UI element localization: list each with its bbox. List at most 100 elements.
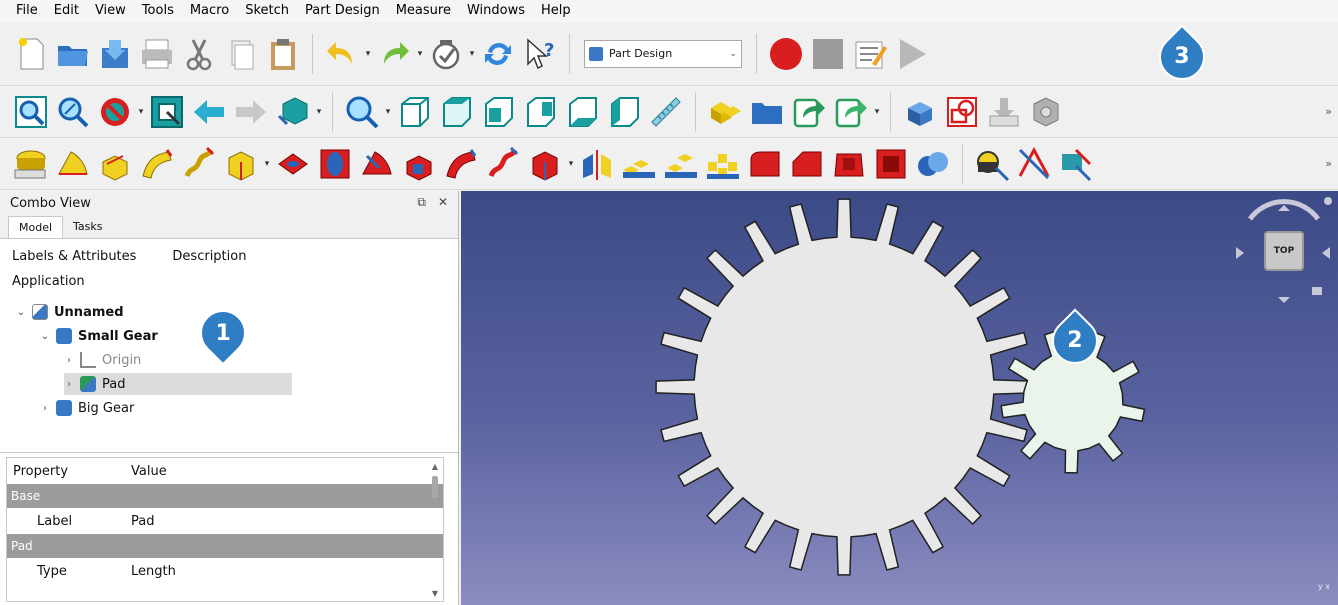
tree-item-origin[interactable]: › Origin (64, 349, 141, 371)
menu-edit[interactable]: Edit (46, 0, 87, 22)
menu-view[interactable]: View (87, 0, 134, 22)
draw-style-icon[interactable] (96, 93, 134, 131)
isometric-dropdown-icon[interactable]: ▾ (314, 93, 324, 131)
column-labels-attributes[interactable]: Labels & Attributes (12, 249, 136, 264)
expand-chevron-icon[interactable]: ⌄ (40, 331, 50, 342)
subtractive-primitive-dropdown-icon[interactable]: ▾ (566, 145, 576, 183)
isometric-view-icon[interactable] (274, 93, 312, 131)
scroll-down-icon[interactable]: ▼ (429, 589, 441, 598)
3d-viewport[interactable]: TOP y x (461, 191, 1338, 605)
paste-icon[interactable] (264, 35, 302, 73)
bounding-box-icon[interactable] (148, 93, 186, 131)
new-document-icon[interactable] (12, 35, 50, 73)
refresh-check-icon[interactable] (427, 35, 465, 73)
measure-distance-icon[interactable] (647, 93, 685, 131)
print-icon[interactable] (138, 35, 176, 73)
tab-tasks[interactable]: Tasks (63, 216, 112, 238)
view-fit-selection-icon[interactable] (54, 93, 92, 131)
boolean-icon[interactable] (914, 145, 952, 183)
menu-part-design[interactable]: Part Design (297, 0, 388, 22)
tree-item-unnamed[interactable]: ⌄ Unnamed (16, 301, 124, 323)
zoom-dropdown-icon[interactable]: ▾ (383, 93, 393, 131)
refresh-dropdown-icon[interactable]: ▾ (467, 35, 477, 73)
view-front-icon[interactable] (395, 93, 433, 131)
polar-pattern-icon[interactable] (662, 145, 700, 183)
float-panel-icon[interactable]: ⧉ (417, 195, 426, 210)
groove-tool-icon[interactable] (358, 145, 396, 183)
create-group-icon[interactable] (748, 93, 786, 131)
pocket-tool-icon[interactable] (274, 145, 312, 183)
subtractive-helix-icon[interactable] (484, 145, 522, 183)
link-icon[interactable] (790, 93, 828, 131)
menu-measure[interactable]: Measure (388, 0, 459, 22)
tab-model[interactable]: Model (8, 216, 64, 238)
multi-transform-icon[interactable] (704, 145, 742, 183)
linear-pattern-icon[interactable] (620, 145, 658, 183)
cut-icon[interactable] (180, 35, 218, 73)
menu-macro[interactable]: Macro (182, 0, 237, 22)
scroll-up-icon[interactable]: ▲ (429, 462, 441, 471)
draft-icon[interactable] (830, 145, 868, 183)
menu-windows[interactable]: Windows (459, 0, 533, 22)
forward-arrow-icon[interactable] (232, 93, 270, 131)
menu-sketch[interactable]: Sketch (237, 0, 297, 22)
property-row-label[interactable]: Label Pad (7, 508, 443, 534)
menu-file[interactable]: File (8, 0, 46, 22)
expand-chevron-icon[interactable]: ⌄ (16, 307, 26, 318)
subtractive-loft-icon[interactable] (400, 145, 438, 183)
measure-clear-icon[interactable] (1057, 145, 1095, 183)
view-left-icon[interactable] (605, 93, 643, 131)
navigation-cube[interactable]: TOP (1264, 231, 1304, 271)
save-icon[interactable] (96, 35, 134, 73)
measure-linear-icon[interactable] (973, 145, 1011, 183)
scroll-thumb[interactable] (432, 476, 438, 498)
recompute-icon[interactable] (479, 35, 517, 73)
macro-record-icon[interactable] (767, 35, 805, 73)
additive-primitive-icon[interactable] (222, 145, 260, 183)
property-value[interactable]: Pad (131, 514, 443, 529)
redo-dropdown-icon[interactable]: ▾ (415, 35, 425, 73)
subtractive-primitive-icon[interactable] (526, 145, 564, 183)
revolution-tool-icon[interactable] (54, 145, 92, 183)
menu-tools[interactable]: Tools (134, 0, 182, 22)
property-group-pad[interactable]: Pad (7, 534, 443, 558)
measure-angular-icon[interactable] (1015, 145, 1053, 183)
subtractive-pipe-icon[interactable] (442, 145, 480, 183)
vertical-scrollbar[interactable]: ▲ ▼ (429, 462, 441, 598)
back-arrow-icon[interactable] (190, 93, 228, 131)
view-rear-icon[interactable] (521, 93, 559, 131)
create-body-icon[interactable] (901, 93, 939, 131)
mirrored-icon[interactable] (578, 145, 616, 183)
additive-loft-icon[interactable] (96, 145, 134, 183)
create-part-icon[interactable] (706, 93, 744, 131)
redo-icon[interactable] (375, 35, 413, 73)
macro-edit-icon[interactable] (851, 35, 889, 73)
property-row-type[interactable]: Type Length (7, 558, 443, 584)
tree-item-big-gear[interactable]: › Big Gear (40, 397, 134, 419)
thickness-icon[interactable] (872, 145, 910, 183)
macro-run-icon[interactable] (893, 35, 931, 73)
hole-tool-icon[interactable] (316, 145, 354, 183)
collapsed-chevron-icon[interactable]: › (40, 403, 50, 414)
macro-stop-icon[interactable] (809, 35, 847, 73)
additive-helix-icon[interactable] (180, 145, 218, 183)
whats-this-icon[interactable]: ? (521, 35, 559, 73)
collapsed-chevron-icon[interactable]: › (64, 379, 74, 390)
header-property[interactable]: Property (7, 464, 131, 479)
undo-dropdown-icon[interactable]: ▾ (363, 35, 373, 73)
view-fit-all-icon[interactable] (12, 93, 50, 131)
open-folder-icon[interactable] (54, 35, 92, 73)
chamfer-icon[interactable] (788, 145, 826, 183)
export-icon[interactable] (985, 93, 1023, 131)
zoom-icon[interactable] (343, 93, 381, 131)
header-value[interactable]: Value (131, 464, 443, 479)
additive-primitive-dropdown-icon[interactable]: ▾ (262, 145, 272, 183)
close-icon[interactable]: ✕ (438, 195, 448, 210)
workbench-select[interactable]: Part Design ⌄ (584, 39, 742, 68)
view-right-icon[interactable] (479, 93, 517, 131)
pad-tool-icon[interactable] (12, 145, 50, 183)
create-sketch-icon[interactable] (943, 93, 981, 131)
view-bottom-icon[interactable] (563, 93, 601, 131)
view-top-icon[interactable] (437, 93, 475, 131)
undo-icon[interactable] (323, 35, 361, 73)
